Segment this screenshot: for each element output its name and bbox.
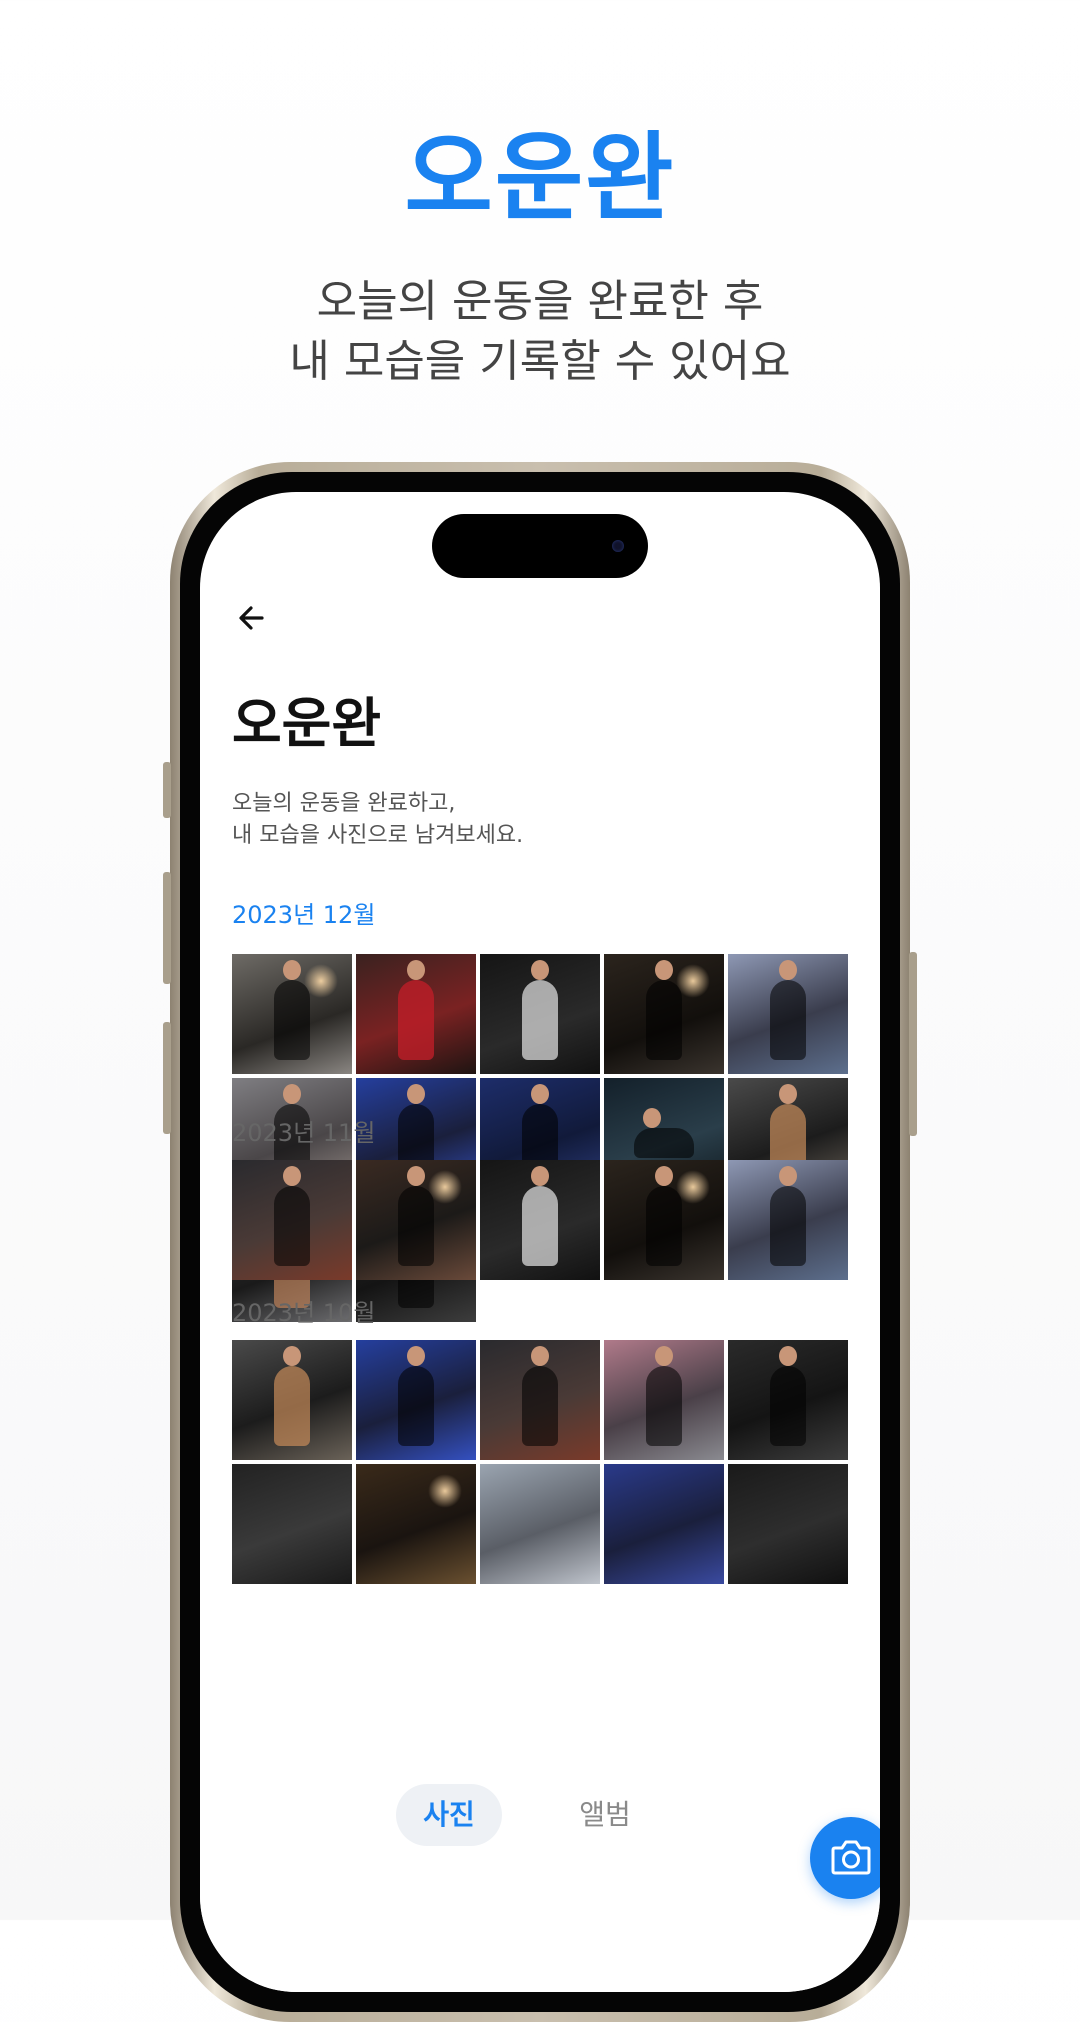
photo-thumbnail[interactable] — [604, 954, 724, 1074]
camera-icon — [831, 1840, 871, 1875]
section-header-2023-10: 2023년 10월 — [232, 1299, 376, 1327]
phone-action-button — [163, 762, 171, 818]
photo-thumbnail[interactable] — [356, 954, 476, 1074]
page-description-line-2: 내 모습을 사진으로 남겨보세요. — [232, 823, 524, 848]
photo-thumbnail[interactable] — [480, 1340, 600, 1460]
photo-thumbnail[interactable] — [232, 954, 352, 1074]
hero-subtitle: 오늘의 운동을 완료한 후 내 모습을 기록할 수 있어요 — [0, 272, 1080, 392]
photo-thumbnail[interactable] — [232, 1464, 352, 1584]
phone-volume-down-button — [163, 1022, 171, 1134]
section-header-2023-11: 2023년 11월 — [232, 1119, 376, 1147]
tab-albums[interactable]: 앨범 — [552, 1784, 658, 1846]
phone-screen: 오운완 오늘의 운동을 완료하고, 내 모습을 사진으로 남겨보세요. 2023… — [200, 492, 880, 1992]
hero-subtitle-line-2: 내 모습을 기록할 수 있어요 — [289, 336, 791, 387]
photo-thumbnail[interactable] — [356, 1340, 476, 1460]
photo-thumbnail[interactable] — [604, 1464, 724, 1584]
page-title: 오운완 — [232, 692, 382, 755]
photo-thumbnail[interactable] — [728, 1160, 848, 1280]
page-description: 오늘의 운동을 완료하고, 내 모습을 사진으로 남겨보세요. — [232, 788, 523, 852]
photo-thumbnail[interactable] — [480, 1464, 600, 1584]
photo-thumbnail[interactable] — [356, 1464, 476, 1584]
photo-thumbnail[interactable] — [728, 1464, 848, 1584]
hero-subtitle-line-1: 오늘의 운동을 완료한 후 — [316, 276, 764, 327]
photo-thumbnail[interactable] — [232, 1340, 352, 1460]
photo-thumbnail[interactable] — [728, 954, 848, 1074]
arrow-left-icon — [239, 606, 264, 630]
photo-grid-2023-11 — [232, 1160, 848, 1280]
bottom-tab-bar: 사진 앨범 — [200, 1754, 880, 1992]
photo-thumbnail[interactable] — [232, 1160, 352, 1280]
phone-volume-up-button — [163, 872, 171, 984]
photo-thumbnail[interactable] — [728, 1340, 848, 1460]
section-header-2023-12: 2023년 12월 — [232, 901, 376, 929]
back-button[interactable] — [232, 596, 276, 640]
photo-thumbnail[interactable] — [356, 1160, 476, 1280]
tab-photos[interactable]: 사진 — [396, 1784, 502, 1846]
photo-thumbnail[interactable] — [480, 954, 600, 1074]
photo-grid-2023-10 — [232, 1340, 848, 1584]
photo-thumbnail[interactable] — [604, 1340, 724, 1460]
photo-thumbnail[interactable] — [604, 1160, 724, 1280]
front-camera-dot — [612, 540, 624, 552]
hero-title: 오운완 — [404, 122, 676, 234]
photo-thumbnail[interactable] — [480, 1160, 600, 1280]
page-description-line-1: 오늘의 운동을 완료하고, — [232, 791, 456, 816]
phone-power-button — [909, 952, 917, 1136]
dynamic-island — [432, 514, 648, 578]
